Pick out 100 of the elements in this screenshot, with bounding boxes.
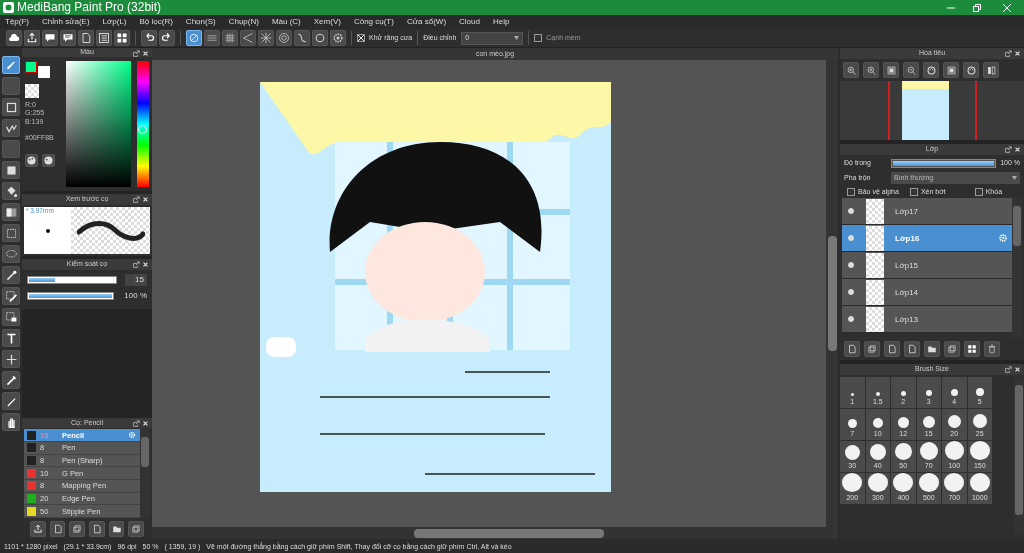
close-button[interactable] <box>142 261 149 269</box>
background-color-swatch[interactable] <box>38 66 50 78</box>
document-button[interactable] <box>49 521 66 537</box>
copy-button[interactable] <box>69 521 85 537</box>
curve-button[interactable] <box>294 30 310 46</box>
palette-button[interactable] <box>42 153 55 167</box>
speech-bubble-button[interactable] <box>42 30 58 46</box>
zoom-in-button[interactable] <box>863 62 879 78</box>
close-button[interactable] <box>1014 146 1021 154</box>
menu-item[interactable]: Cửa sổ(W) <box>406 17 447 27</box>
menu-item[interactable]: Tệp(F) <box>5 17 29 27</box>
document-button[interactable] <box>844 341 860 357</box>
visibility-dot[interactable] <box>848 208 854 215</box>
transparent-swatch[interactable] <box>25 84 39 98</box>
scroll-thumb[interactable] <box>141 437 149 468</box>
menu-item[interactable]: Công cụ(T) <box>353 17 394 27</box>
copy-button[interactable] <box>944 341 960 357</box>
zigzag-line-button[interactable] <box>2 119 20 137</box>
filled-square-button[interactable] <box>2 161 20 179</box>
folder-button[interactable] <box>108 521 125 537</box>
visibility-dot[interactable] <box>848 316 854 323</box>
color-picker[interactable] <box>65 61 132 187</box>
selection-eraser-button[interactable] <box>2 308 20 326</box>
popout-button[interactable] <box>1004 366 1012 374</box>
menu-item[interactable]: Chỉnh sửa(E) <box>42 17 90 27</box>
brush-button[interactable] <box>2 56 20 74</box>
cloud-button[interactable] <box>6 30 22 46</box>
copy-button[interactable] <box>128 521 145 537</box>
close-button[interactable] <box>142 196 149 204</box>
vertical-scrollbar[interactable] <box>826 60 838 539</box>
trash-button[interactable] <box>984 341 1000 357</box>
zoom-out-button[interactable] <box>903 62 919 78</box>
popout-button[interactable] <box>1004 146 1012 154</box>
layer-row[interactable]: Lớp13 <box>842 306 1012 334</box>
brush-size-slider[interactable] <box>27 276 117 284</box>
popout-button[interactable] <box>132 196 140 204</box>
scroll-thumb[interactable] <box>414 528 604 538</box>
menu-item[interactable]: Chụp(N) <box>228 17 259 27</box>
circle-button[interactable] <box>312 30 328 46</box>
close-button[interactable] <box>1014 50 1021 58</box>
popout-button[interactable] <box>1004 50 1012 58</box>
document-button[interactable] <box>78 30 94 46</box>
scroll-thumb[interactable] <box>1015 385 1023 515</box>
rotate-button[interactable] <box>923 62 939 78</box>
visibility-dot[interactable] <box>848 235 854 242</box>
visibility-dot[interactable] <box>848 262 854 269</box>
scroll-thumb[interactable] <box>1013 206 1021 247</box>
list-button[interactable] <box>96 30 112 46</box>
eyedropper-button[interactable] <box>2 371 20 389</box>
visibility-dot[interactable] <box>848 289 854 296</box>
parallel-lines-button[interactable] <box>204 30 220 46</box>
menu-item[interactable]: Help <box>492 17 510 27</box>
document-button[interactable] <box>884 341 900 357</box>
brush-size-field[interactable]: 15 <box>125 274 147 286</box>
checkbox[interactable] <box>534 34 543 42</box>
menu-item[interactable]: Bộ lọc(R) <box>139 17 173 27</box>
popout-button[interactable] <box>132 261 140 269</box>
zoom-in-button[interactable] <box>843 62 859 78</box>
menu-item[interactable]: Chọn(S) <box>185 17 216 27</box>
close-button[interactable] <box>142 50 149 58</box>
popout-button[interactable] <box>132 420 140 428</box>
scrollbar[interactable] <box>140 429 150 518</box>
redo-button[interactable] <box>159 30 175 46</box>
horizontal-scrollbar[interactable] <box>152 527 826 539</box>
menu-item[interactable]: Lớp(L) <box>102 17 127 27</box>
grid-lines-button[interactable] <box>222 30 238 46</box>
gradient-button[interactable] <box>2 203 20 221</box>
square-button[interactable] <box>2 98 20 116</box>
palette-button[interactable] <box>25 153 38 167</box>
fit-screen-button[interactable] <box>883 62 899 78</box>
crosshair-button[interactable] <box>2 350 20 368</box>
folder-button[interactable] <box>924 341 940 357</box>
concentric-circles-button[interactable] <box>276 30 292 46</box>
paint-bucket-button[interactable] <box>2 182 20 200</box>
scrollbar[interactable] <box>1012 198 1022 338</box>
checkbox[interactable] <box>847 188 855 197</box>
layer-row[interactable]: Lớp14 <box>842 279 1012 307</box>
flip-button[interactable] <box>983 62 999 78</box>
scroll-thumb[interactable] <box>827 236 837 351</box>
selection-pen-button[interactable] <box>2 287 20 305</box>
magic-wand-button[interactable] <box>2 266 20 284</box>
radial-lines-button[interactable] <box>258 30 274 46</box>
copy-button[interactable] <box>864 341 880 357</box>
dotted-square-button[interactable] <box>2 224 20 242</box>
close-button[interactable] <box>1014 366 1021 374</box>
upload-button[interactable] <box>24 30 40 46</box>
undo-button[interactable] <box>141 30 157 46</box>
document-button[interactable] <box>89 521 105 537</box>
pen-button[interactable] <box>2 392 20 410</box>
layer-row[interactable]: Lớp17 <box>842 198 1012 226</box>
scrollbar[interactable] <box>1014 377 1024 535</box>
rotate-button[interactable] <box>963 62 979 78</box>
menu-item[interactable]: Xem(V) <box>313 17 341 27</box>
checkbox[interactable] <box>909 188 918 197</box>
layer-row[interactable]: Lớp15 <box>842 252 1012 280</box>
checkbox[interactable] <box>357 34 365 42</box>
document-button[interactable] <box>904 341 920 357</box>
upload-button[interactable] <box>30 521 46 537</box>
checkbox[interactable] <box>974 188 983 197</box>
grid-button[interactable] <box>114 30 130 46</box>
